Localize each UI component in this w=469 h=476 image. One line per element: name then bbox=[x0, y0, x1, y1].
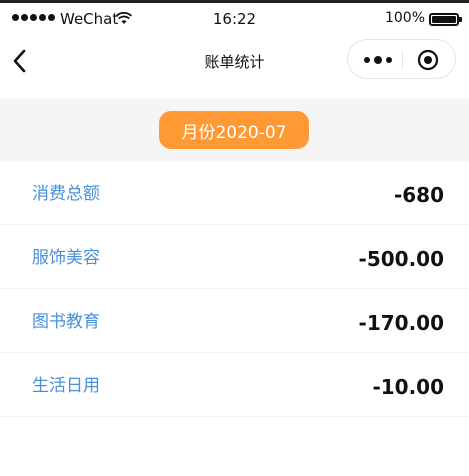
battery-icon bbox=[429, 13, 462, 26]
category-label: 消费总额 bbox=[32, 184, 100, 204]
list-item: 图书教育 -170.00 bbox=[0, 289, 469, 353]
phone-screen: WeChat 16:22 100% 账单统计 月份2020-07 消费总额 -6… bbox=[0, 0, 469, 476]
category-label: 服饰美容 bbox=[32, 248, 100, 268]
category-label: 生活日用 bbox=[32, 376, 100, 396]
bill-stats-list: 消费总额 -680 服饰美容 -500.00 图书教育 -170.00 生活日用… bbox=[0, 161, 469, 417]
month-selector-button[interactable]: 月份2020-07 bbox=[159, 111, 309, 149]
list-item: 消费总额 -680 bbox=[0, 161, 469, 225]
month-selector-band: 月份2020-07 bbox=[0, 99, 469, 161]
more-options-icon[interactable] bbox=[362, 53, 394, 67]
miniprogram-capsule bbox=[347, 39, 456, 79]
category-amount: -500.00 bbox=[358, 247, 444, 271]
status-bar: WeChat 16:22 100% bbox=[0, 6, 469, 32]
category-amount: -10.00 bbox=[372, 375, 444, 399]
list-item: 服饰美容 -500.00 bbox=[0, 225, 469, 289]
capsule-divider bbox=[402, 50, 403, 70]
battery-percentage: 100% bbox=[384, 10, 425, 26]
category-label: 图书教育 bbox=[32, 312, 100, 332]
category-amount: -170.00 bbox=[358, 311, 444, 335]
category-amount: -680 bbox=[393, 183, 444, 207]
close-miniprogram-icon[interactable] bbox=[417, 49, 439, 71]
navigation-bar: 账单统计 bbox=[0, 33, 469, 91]
list-item: 生活日用 -10.00 bbox=[0, 353, 469, 417]
